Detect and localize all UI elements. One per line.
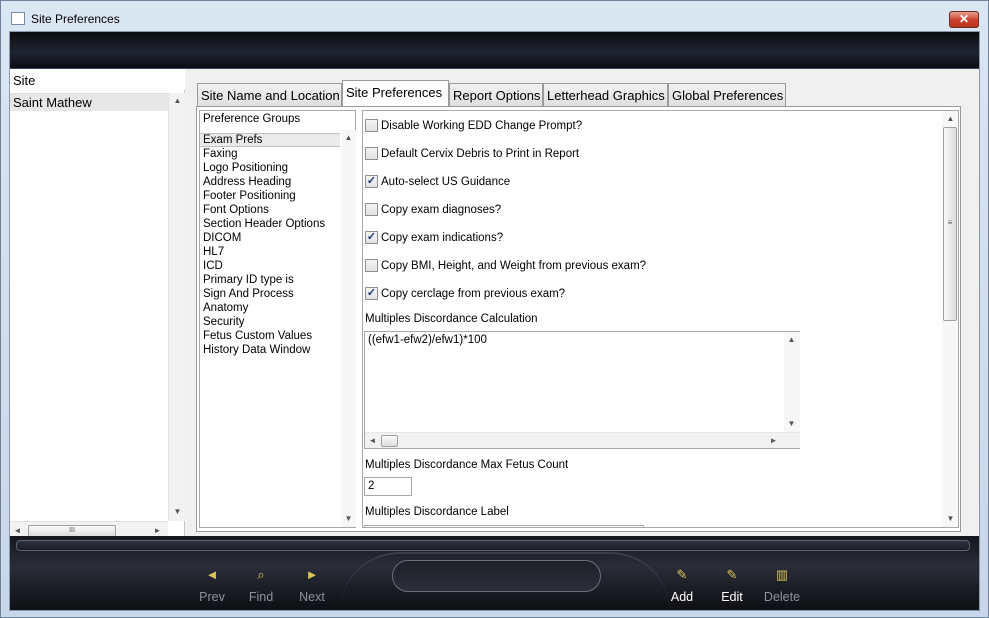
title-bar: Site Preferences ✕	[1, 1, 988, 31]
site-column-header: Site	[10, 69, 185, 90]
unchecked-checkbox[interactable]	[365, 203, 378, 216]
add-button[interactable]: ✎ Add	[660, 566, 704, 604]
delete-label: Delete	[763, 590, 801, 604]
edit-label: Edit	[721, 590, 743, 604]
preference-group-item[interactable]: Faxing	[200, 147, 340, 161]
prev-icon: ◄	[205, 567, 219, 582]
unchecked-checkbox[interactable]	[365, 147, 378, 160]
preference-group-item[interactable]: DICOM	[200, 231, 340, 245]
close-button[interactable]: ✕	[949, 11, 979, 28]
scroll-up-icon[interactable]: ▲	[784, 332, 799, 347]
find-label: Find	[248, 590, 274, 604]
tab-letterhead-graphics[interactable]: Letterhead Graphics	[543, 83, 668, 106]
checked-checkbox[interactable]: ✓	[365, 175, 378, 188]
formula-horizontal-scrollbar[interactable]: ◄ ►	[365, 432, 800, 448]
next-icon: ►	[305, 567, 319, 582]
site-list-panel: Site Saint Mathew ▲ ▼ ◄ III ►	[10, 69, 185, 539]
site-list-item[interactable]: Saint Mathew	[10, 94, 168, 111]
scroll-down-icon[interactable]: ▼	[943, 511, 958, 526]
center-pill	[392, 560, 601, 592]
edit-icon: ✎	[726, 567, 738, 582]
site-list: Saint Mathew	[10, 93, 168, 521]
preference-group-item[interactable]: Anatomy	[200, 301, 340, 315]
scroll-down-icon[interactable]: ▼	[170, 504, 185, 519]
preference-group-item[interactable]: Font Options	[200, 203, 340, 217]
window-icon	[11, 12, 25, 25]
site-list-vertical-scrollbar[interactable]: ▲ ▼	[168, 93, 185, 521]
tab-report-options[interactable]: Report Options	[449, 83, 543, 106]
discordance-calculation-field[interactable]: ((efw1-efw2)/efw1)*100 ▲ ▼ ◄ ►	[364, 331, 800, 449]
preference-group-item[interactable]: HL7	[200, 245, 340, 259]
preference-checkbox-label: Copy exam diagnoses?	[381, 204, 502, 216]
site-preferences-window: Site Preferences ✕ Site Saint Mathew ▲ ▼…	[0, 0, 989, 618]
site-preferences-panel: Preference Groups Exam Prefs Faxing Logo P…	[196, 106, 961, 532]
preference-checkbox-label: Default Cervix Debris to Print in Report	[381, 148, 580, 160]
add-label: Add	[670, 590, 694, 604]
bottom-toolbar: ◄ Prev ⌕ Find ► Next ✎ Add ✎ Edit ▥ Dele…	[10, 536, 979, 610]
preference-group-item[interactable]: Footer Positioning	[200, 189, 340, 203]
find-icon: ⌕	[257, 567, 265, 582]
max-fetus-count-input[interactable]: 2	[364, 477, 412, 496]
preferences-vertical-scrollbar[interactable]: ▲ ≡ ▼	[942, 111, 958, 527]
scroll-down-icon[interactable]: ▼	[341, 511, 356, 526]
preference-group-item[interactable]: Primary ID type is	[200, 273, 340, 287]
scroll-left-icon[interactable]: ◄	[365, 433, 380, 448]
prev-label: Prev	[199, 590, 225, 604]
edit-button[interactable]: ✎ Edit	[710, 566, 754, 604]
unchecked-checkbox[interactable]	[365, 259, 378, 272]
scroll-down-icon[interactable]: ▼	[784, 416, 799, 431]
preference-checkbox-label: Copy exam indications?	[381, 232, 504, 244]
discordance-calculation-label: Multiples Discordance Calculation	[365, 313, 538, 325]
preference-group-item[interactable]: Address Heading	[200, 175, 340, 189]
window-title: Site Preferences	[31, 12, 120, 26]
find-button[interactable]: ⌕ Find	[239, 566, 283, 604]
max-fetus-count-label: Multiples Discordance Max Fetus Count	[365, 459, 569, 471]
tab-site-name-and-location[interactable]: Site Name and Location	[197, 83, 342, 106]
preference-checkbox-label: Disable Working EDD Change Prompt?	[381, 120, 583, 132]
scroll-thumb[interactable]: ≡	[943, 127, 957, 321]
scroll-up-icon[interactable]: ▲	[943, 111, 958, 126]
preference-group-item[interactable]: Sign And Process	[200, 287, 340, 301]
preference-groups-scrollbar[interactable]: ▲ ▼	[341, 130, 356, 527]
preference-groups-panel: Preference Groups Exam Prefs Faxing Logo P…	[199, 110, 356, 528]
preference-checkbox-label: Copy cerclage from previous exam?	[381, 288, 566, 300]
discordance-calculation-value: ((efw1-efw2)/efw1)*100	[368, 334, 487, 346]
preference-group-item[interactable]: Exam Prefs	[200, 133, 340, 147]
scroll-right-icon[interactable]: ►	[766, 433, 781, 448]
scroll-up-icon[interactable]: ▲	[341, 130, 356, 145]
scroll-thumb[interactable]	[381, 435, 398, 447]
top-band	[10, 32, 979, 69]
preference-group-item[interactable]: Section Header Options	[200, 217, 340, 231]
scroll-up-icon[interactable]: ▲	[170, 93, 185, 108]
preference-group-item[interactable]: ICD	[200, 259, 340, 273]
preference-groups-header: Preference Groups	[203, 113, 301, 125]
unchecked-checkbox[interactable]	[365, 119, 378, 132]
next-button[interactable]: ► Next	[290, 566, 334, 604]
preference-group-item[interactable]: History Data Window	[200, 343, 340, 357]
prev-button[interactable]: ◄ Prev	[190, 566, 234, 604]
delete-button[interactable]: ▥ Delete	[760, 566, 804, 604]
preference-checkbox-label: Copy BMI, Height, and Weight from previo…	[381, 260, 647, 272]
discordance-label-input[interactable]	[364, 525, 644, 527]
delete-icon: ▥	[775, 567, 789, 582]
tab-global-preferences[interactable]: Global Preferences	[668, 83, 786, 106]
next-label: Next	[299, 590, 325, 604]
client-area: Site Saint Mathew ▲ ▼ ◄ III ► Site Name …	[9, 31, 980, 611]
add-icon: ✎	[676, 567, 688, 582]
preference-groups-list: Exam Prefs Faxing Logo Positioning Address …	[200, 133, 340, 357]
formula-vertical-scrollbar[interactable]: ▲ ▼	[784, 332, 800, 432]
tab-site-preferences[interactable]: Site Preferences	[342, 80, 449, 107]
checked-checkbox[interactable]: ✓	[365, 287, 378, 300]
discordance-label-label: Multiples Discordance Label	[365, 506, 509, 518]
status-strip	[16, 540, 970, 551]
preference-checkbox-label: Auto-select US Guidance	[381, 176, 511, 188]
checked-checkbox[interactable]: ✓	[365, 231, 378, 244]
preference-group-item[interactable]: Security	[200, 315, 340, 329]
preferences-form: Disable Working EDD Change Prompt? Defaul…	[362, 110, 959, 528]
preference-group-item[interactable]: Logo Positioning	[200, 161, 340, 175]
preference-group-item[interactable]: Fetus Custom Values	[200, 329, 340, 343]
